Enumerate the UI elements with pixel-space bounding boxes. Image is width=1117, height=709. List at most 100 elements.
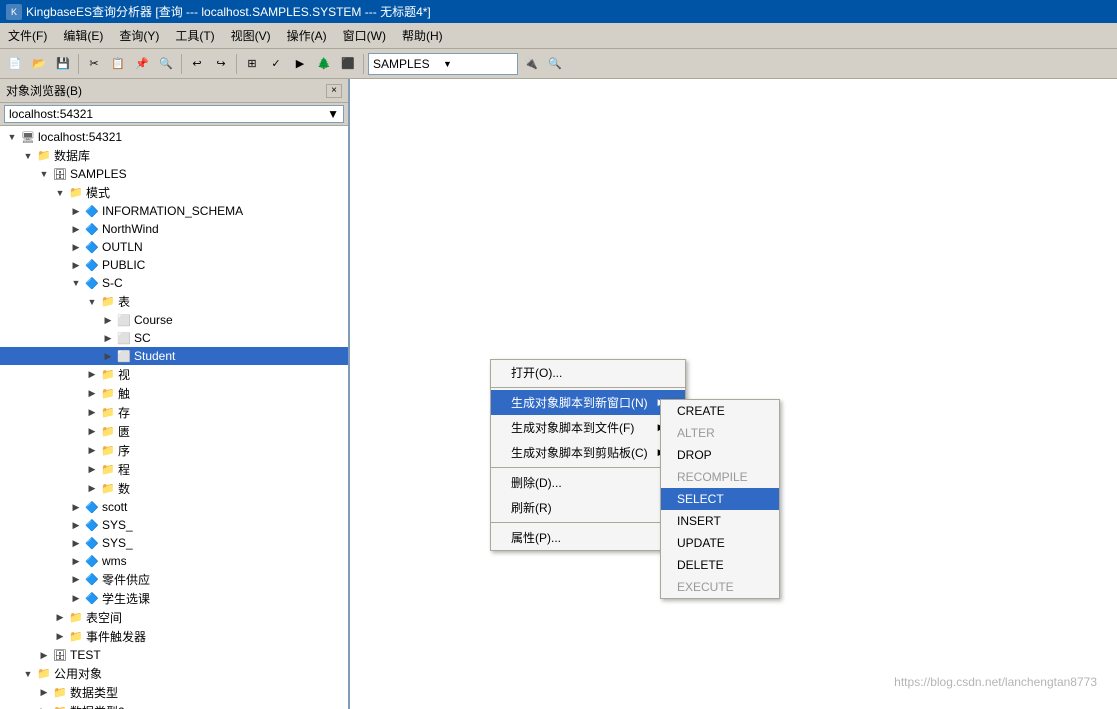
menu-action[interactable]: 操作(A) <box>279 25 335 46</box>
tree-label-public: PUBLIC <box>102 258 145 272</box>
sub-recompile-label: RECOMPILE <box>677 470 748 484</box>
tree-item-parts[interactable]: ▶ 🔷 零件供应 <box>0 570 348 589</box>
sub-update[interactable]: UPDATE <box>661 532 779 554</box>
tree-item-triggers[interactable]: ▶ 📁 触 <box>0 384 348 403</box>
tree-item-test[interactable]: ▶ 🗄 TEST <box>0 646 348 664</box>
sub-create[interactable]: CREATE <box>661 400 779 422</box>
tree-item-groups[interactable]: ▶ 📁 匮 <box>0 422 348 441</box>
ctx-script-clipboard-label: 生成对象脚本到剪贴板(C) <box>511 444 648 461</box>
tree-item-sc-table[interactable]: ▶ ⬜ SC <box>0 329 348 347</box>
tree-item-sys1[interactable]: ▶ 🔷 SYS_ <box>0 516 348 534</box>
menu-edit[interactable]: 编辑(E) <box>55 25 111 46</box>
tree-item-more[interactable]: ▶ 📁 数据类型2 <box>0 702 348 709</box>
db-selector[interactable]: SAMPLES ▼ <box>368 53 518 75</box>
public-objs-icon: 📁 <box>36 666 52 682</box>
tree-label-views: 视 <box>118 366 130 383</box>
sub-drop[interactable]: DROP <box>661 444 779 466</box>
tree-item-northwind[interactable]: ▶ 🔷 NorthWind <box>0 220 348 238</box>
course-icon: ⬜ <box>116 312 132 328</box>
tree-item-samples[interactable]: ▼ 🗄 SAMPLES <box>0 165 348 183</box>
panel-title: 对象浏览器(B) <box>6 82 82 99</box>
tree-item-sc-schema[interactable]: ▼ 🔷 S-C <box>0 274 348 292</box>
tb-arrow[interactable]: ▶ <box>289 53 311 75</box>
ctx-open[interactable]: 打开(O)... <box>491 360 685 385</box>
tree-item-tables-folder[interactable]: ▼ 📁 表 <box>0 292 348 311</box>
sub-drop-label: DROP <box>677 448 712 462</box>
panel-close-button[interactable]: × <box>326 84 342 98</box>
menu-query[interactable]: 查询(Y) <box>111 25 167 46</box>
tb-cut[interactable]: ✂ <box>83 53 105 75</box>
ctx-refresh[interactable]: 刷新(R) <box>491 495 685 520</box>
tree-item-schemas[interactable]: ▼ 📁 模式 <box>0 183 348 202</box>
title-text: KingbaseES查询分析器 [查询 --- localhost.SAMPLE… <box>26 3 431 20</box>
tree-item-student[interactable]: ▶ ⬜ Student <box>0 347 348 365</box>
tree-item-course[interactable]: ▶ ⬜ Course <box>0 311 348 329</box>
menu-bar: 文件(F) 编辑(E) 查询(Y) 工具(T) 视图(V) 操作(A) 窗口(W… <box>0 23 1117 49</box>
tb-find[interactable]: 🔍 <box>155 53 177 75</box>
tree-item-public[interactable]: ▶ 🔷 PUBLIC <box>0 256 348 274</box>
sub-insert-label: INSERT <box>677 514 721 528</box>
tb-check[interactable]: ✓ <box>265 53 287 75</box>
tree-item-db-folder[interactable]: ▼ 📁 数据库 <box>0 146 348 165</box>
menu-tools[interactable]: 工具(T) <box>167 25 222 46</box>
server-dropdown-arrow: ▼ <box>327 107 339 121</box>
tree-label-public-objs: 公用对象 <box>54 665 102 682</box>
main-layout: 对象浏览器(B) × localhost:54321 ▼ ▼ 🖥 localho… <box>0 79 1117 709</box>
sub-delete-label: DELETE <box>677 558 724 572</box>
ctx-script-file[interactable]: 生成对象脚本到文件(F) ▶ <box>491 415 685 440</box>
sub-select[interactable]: SELECT <box>661 488 779 510</box>
tb-undo[interactable]: ↩ <box>186 53 208 75</box>
tb-sep1 <box>78 54 79 74</box>
tb-grid[interactable]: ⊞ <box>241 53 263 75</box>
tree-item-procs[interactable]: ▶ 📁 程 <box>0 460 348 479</box>
menu-window[interactable]: 窗口(W) <box>335 25 394 46</box>
tree-item-sys2[interactable]: ▶ 🔷 SYS_ <box>0 534 348 552</box>
triggers-icon: 📁 <box>100 386 116 402</box>
ctx-script-new[interactable]: 生成对象脚本到新窗口(N) ▶ <box>491 390 685 415</box>
tree-item-tablespace[interactable]: ▶ 📁 表空间 <box>0 608 348 627</box>
tree-item-wms[interactable]: ▶ 🔷 wms <box>0 552 348 570</box>
tree-label-event-trigger: 事件触发器 <box>86 628 146 645</box>
tb-copy[interactable]: 📋 <box>107 53 129 75</box>
tree-item-info-schema[interactable]: ▶ 🔷 INFORMATION_SCHEMA <box>0 202 348 220</box>
ctx-properties[interactable]: 属性(P)... <box>491 525 685 550</box>
tree-item-storage[interactable]: ▶ 📁 存 <box>0 403 348 422</box>
tree-item-server[interactable]: ▼ 🖥 localhost:54321 <box>0 128 348 146</box>
tb-search[interactable]: 🔍 <box>544 53 566 75</box>
menu-help[interactable]: 帮助(H) <box>394 25 451 46</box>
menu-file[interactable]: 文件(F) <box>0 25 55 46</box>
tree-view[interactable]: ▼ 🖥 localhost:54321 ▼ 📁 数据库 ▼ 🗄 SAMPLES <box>0 126 348 709</box>
tree-item-data[interactable]: ▶ 📁 数 <box>0 479 348 498</box>
test-icon: 🗄 <box>52 647 68 663</box>
tb-save[interactable]: 💾 <box>52 53 74 75</box>
sub-alter-label: ALTER <box>677 426 715 440</box>
tree-label-student: Student <box>134 349 175 363</box>
sub-execute-label: EXECUTE <box>677 580 734 594</box>
tree-item-scott[interactable]: ▶ 🔷 scott <box>0 498 348 516</box>
menu-view[interactable]: 视图(V) <box>223 25 279 46</box>
sub-delete[interactable]: DELETE <box>661 554 779 576</box>
tb-tree[interactable]: 🌲 <box>313 53 335 75</box>
tree-item-event-trigger[interactable]: ▶ 📁 事件触发器 <box>0 627 348 646</box>
server-dropdown[interactable]: localhost:54321 ▼ <box>4 105 344 123</box>
tree-item-views[interactable]: ▶ 📁 视 <box>0 365 348 384</box>
tree-label-data: 数 <box>118 480 130 497</box>
tb-paste[interactable]: 📌 <box>131 53 153 75</box>
sub-insert[interactable]: INSERT <box>661 510 779 532</box>
tree-item-sequences[interactable]: ▶ 📁 序 <box>0 441 348 460</box>
tb-redo[interactable]: ↪ <box>210 53 232 75</box>
ctx-delete[interactable]: 删除(D)... <box>491 470 685 495</box>
tree-label-parts: 零件供应 <box>102 571 150 588</box>
tb-connect[interactable]: 🔌 <box>520 53 542 75</box>
tree-item-outln[interactable]: ▶ 🔷 OUTLN <box>0 238 348 256</box>
tb-stop[interactable]: ⬛ <box>337 53 359 75</box>
ctx-script-clipboard[interactable]: 生成对象脚本到剪贴板(C) ▶ <box>491 440 685 465</box>
tree-item-datatypes[interactable]: ▶ 📁 数据类型 <box>0 683 348 702</box>
tb-open[interactable]: 📂 <box>28 53 50 75</box>
server-dropdown-value: localhost:54321 <box>9 107 93 121</box>
tree-label-outln: OUTLN <box>102 240 143 254</box>
tb-new[interactable]: 📄 <box>4 53 26 75</box>
tree-item-student-sel[interactable]: ▶ 🔷 学生选课 <box>0 589 348 608</box>
tree-item-public-objs[interactable]: ▼ 📁 公用对象 <box>0 664 348 683</box>
groups-icon: 📁 <box>100 424 116 440</box>
